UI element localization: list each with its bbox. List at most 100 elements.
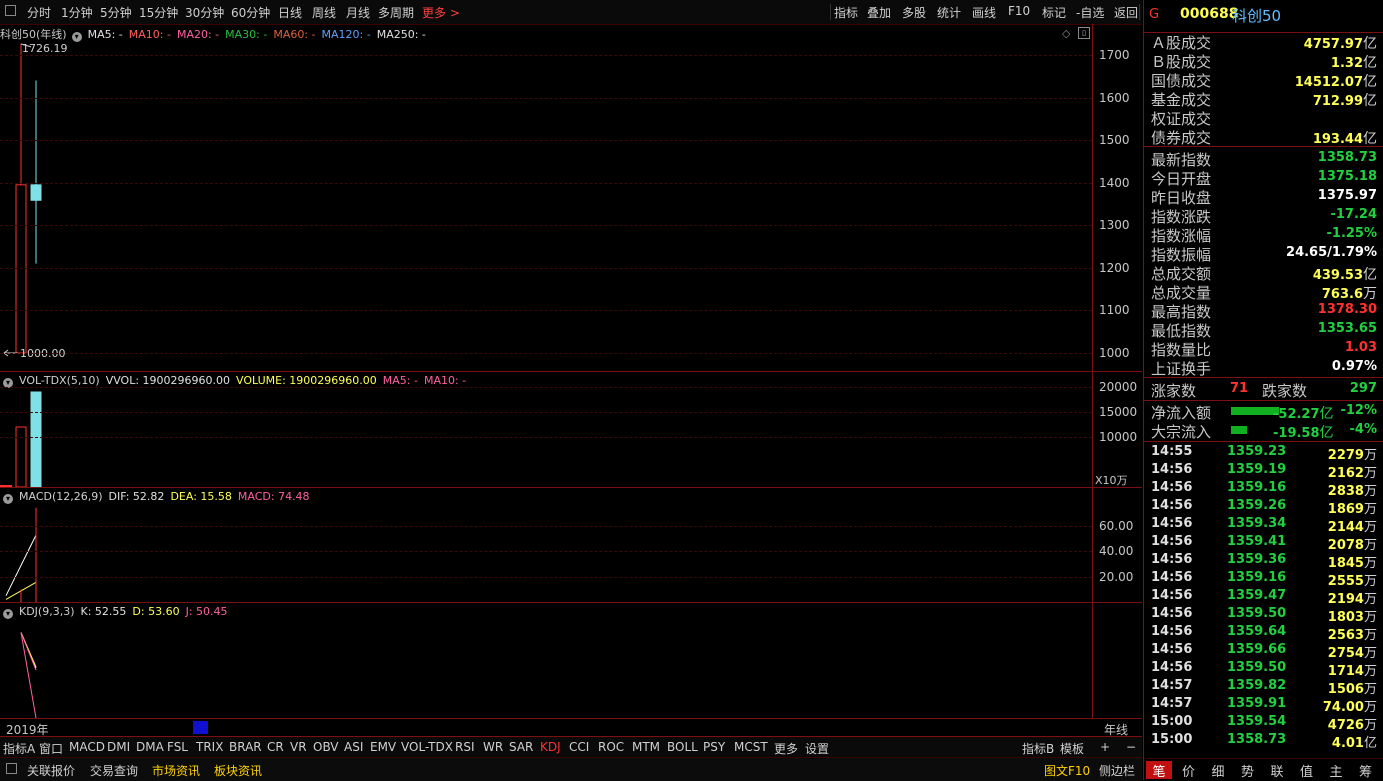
- price-tick-label: 1300: [1099, 218, 1130, 233]
- kdj-plot-area[interactable]: ▾ KDJ(9,3,3) K: 52.55 D: 53.60 J: 50.45: [0, 603, 1092, 719]
- tick-row[interactable]: 14:56 1359.26 1869万: [1151, 498, 1377, 517]
- macd-plot-area[interactable]: ▾ MACD(12,26,9) DIF: 52.82 DEA: 15.58 MACD: …: [0, 488, 1092, 603]
- quote-value: 1353.65: [1318, 321, 1377, 336]
- more-periods-button[interactable]: 更多 >: [422, 4, 460, 21]
- tick-row[interactable]: 14:56 1359.19 2162万: [1151, 462, 1377, 481]
- quote-label: 上证换手: [1151, 360, 1212, 378]
- indicator-tab[interactable]: DMA: [136, 740, 164, 754]
- indicator-side-button[interactable]: −: [1126, 740, 1136, 754]
- toolbar-button[interactable]: 统计: [937, 4, 961, 21]
- period-button[interactable]: 5分钟: [100, 4, 132, 21]
- indicator-tab[interactable]: FSL: [167, 740, 188, 754]
- tick-row[interactable]: 14:56 1359.50 1803万: [1151, 606, 1377, 625]
- toolbar-button[interactable]: 叠加: [867, 4, 891, 21]
- bottom-right-button[interactable]: 侧边栏: [1099, 762, 1135, 779]
- indicator-tab[interactable]: RSI: [455, 740, 475, 754]
- indicator-side-button[interactable]: 指标B: [1022, 740, 1054, 757]
- side-tab[interactable]: 笔: [1146, 761, 1172, 780]
- toolbar-button[interactable]: 指标: [834, 4, 858, 21]
- tick-row[interactable]: 14:57 1359.82 1506万: [1151, 678, 1377, 697]
- period-button[interactable]: 月线: [346, 4, 370, 21]
- index-quote-row: 最高指数 1378.30: [1151, 301, 1377, 321]
- indicator-tab[interactable]: 设置: [805, 740, 829, 757]
- tick-row[interactable]: 15:00 1358.73 4.01亿: [1151, 732, 1377, 751]
- bottom-right-button[interactable]: 图文F10: [1044, 762, 1090, 779]
- quote-unit: 亿: [1363, 267, 1377, 283]
- tick-row[interactable]: 14:55 1359.23 2279万: [1151, 444, 1377, 463]
- toolbar-button[interactable]: F10: [1008, 4, 1030, 18]
- indicator-tab[interactable]: CR: [267, 740, 284, 754]
- indicator-tab[interactable]: WR: [483, 740, 503, 754]
- indicator-tab[interactable]: KDJ: [540, 740, 561, 754]
- indicator-tab[interactable]: ROC: [598, 740, 624, 754]
- indicator-tab[interactable]: 窗口: [39, 740, 63, 757]
- period-button[interactable]: 周线: [312, 4, 336, 21]
- tick-row[interactable]: 14:56 1359.50 1714万: [1151, 660, 1377, 679]
- period-button[interactable]: 15分钟: [139, 4, 178, 21]
- side-tab[interactable]: 筹: [1353, 761, 1379, 780]
- side-tab[interactable]: 联: [1264, 761, 1290, 780]
- candle-plot-area[interactable]: 科创50(年线) ▾ MA5: - MA10: - MA20: - MA30: - MA60…: [0, 24, 1092, 371]
- tick-row[interactable]: 15:00 1359.54 4726万: [1151, 714, 1377, 733]
- tick-row[interactable]: 14:56 1359.16 2555万: [1151, 570, 1377, 589]
- bottom-bar: 关联报价 交易查询 市场资讯 板块资讯 图文F10 侧边栏: [0, 757, 1142, 781]
- tick-time: 15:00: [1151, 732, 1193, 747]
- indicator-tab[interactable]: MCST: [734, 740, 768, 754]
- period-button[interactable]: 1分钟: [61, 4, 93, 21]
- price-tick-label: 1100: [1099, 303, 1130, 318]
- bottom-tab[interactable]: 市场资讯: [152, 762, 200, 779]
- toolbar-button[interactable]: 返回: [1114, 4, 1138, 21]
- indicator-tab[interactable]: DMI: [107, 740, 130, 754]
- bottom-tab[interactable]: 交易查询: [90, 762, 138, 779]
- indicator-tab[interactable]: MTM: [632, 740, 660, 754]
- indicator-tab[interactable]: VOL-TDX: [401, 740, 453, 754]
- indicator-tab[interactable]: BRAR: [229, 740, 262, 754]
- time-cursor-marker[interactable]: [193, 721, 208, 734]
- tick-row[interactable]: 14:57 1359.91 74.00万: [1151, 696, 1377, 715]
- grid-line: [0, 97, 1092, 99]
- tick-time: 15:00: [1151, 714, 1193, 729]
- indicator-tab[interactable]: ASI: [344, 740, 363, 754]
- indicator-side-button[interactable]: +: [1100, 740, 1110, 754]
- period-button[interactable]: 分时: [27, 4, 51, 21]
- tick-row[interactable]: 14:56 1359.64 2563万: [1151, 624, 1377, 643]
- side-tab[interactable]: 细: [1205, 761, 1231, 780]
- indicator-tab[interactable]: TRIX: [196, 740, 223, 754]
- side-tab[interactable]: 主: [1323, 761, 1349, 780]
- toolbar-button[interactable]: 画线: [972, 4, 996, 21]
- indicator-tab[interactable]: VR: [290, 740, 307, 754]
- indicator-tab[interactable]: PSY: [703, 740, 725, 754]
- period-button[interactable]: 30分钟: [185, 4, 224, 21]
- period-button[interactable]: 多周期: [378, 4, 414, 21]
- tick-row[interactable]: 14:56 1359.41 2078万: [1151, 534, 1377, 553]
- indicator-tab[interactable]: 更多: [774, 740, 798, 757]
- side-tab[interactable]: 价: [1176, 761, 1202, 780]
- toolbar-button[interactable]: 标记: [1042, 4, 1066, 21]
- toolbar-button[interactable]: 多股: [902, 4, 926, 21]
- tick-row[interactable]: 14:56 1359.47 2194万: [1151, 588, 1377, 607]
- indicator-tab[interactable]: OBV: [313, 740, 339, 754]
- bottom-tab[interactable]: 关联报价: [27, 762, 75, 779]
- indicator-tab[interactable]: MACD: [69, 740, 105, 754]
- side-tab[interactable]: 势: [1235, 761, 1261, 780]
- quote-label: 总成交量: [1151, 284, 1212, 302]
- panel-toggle-icon[interactable]: [6, 763, 17, 774]
- tick-row[interactable]: 14:56 1359.36 1845万: [1151, 552, 1377, 571]
- volume-plot-area[interactable]: ▾ VOL-TDX(5,10) VVOL: 1900296960.00 VOLUME:…: [0, 372, 1092, 488]
- tick-row[interactable]: 14:56 1359.16 2838万: [1151, 480, 1377, 499]
- indicator-side-button[interactable]: 模板: [1060, 740, 1084, 757]
- tick-row[interactable]: 14:56 1359.66 2754万: [1151, 642, 1377, 661]
- indicator-tab[interactable]: EMV: [370, 740, 396, 754]
- index-quote-row: 最低指数 1353.65: [1151, 320, 1377, 340]
- indicator-tab[interactable]: CCI: [569, 740, 589, 754]
- indicator-tab[interactable]: 指标A: [3, 740, 35, 757]
- toolbar-button[interactable]: -自选: [1076, 4, 1104, 21]
- side-tab[interactable]: 值: [1294, 761, 1320, 780]
- indicator-tab[interactable]: BOLL: [667, 740, 698, 754]
- window-menu-icon[interactable]: [5, 5, 16, 16]
- period-button[interactable]: 日线: [278, 4, 302, 21]
- period-button[interactable]: 60分钟: [231, 4, 270, 21]
- indicator-tab[interactable]: SAR: [509, 740, 533, 754]
- tick-row[interactable]: 14:56 1359.34 2144万: [1151, 516, 1377, 535]
- bottom-tab[interactable]: 板块资讯: [214, 762, 262, 779]
